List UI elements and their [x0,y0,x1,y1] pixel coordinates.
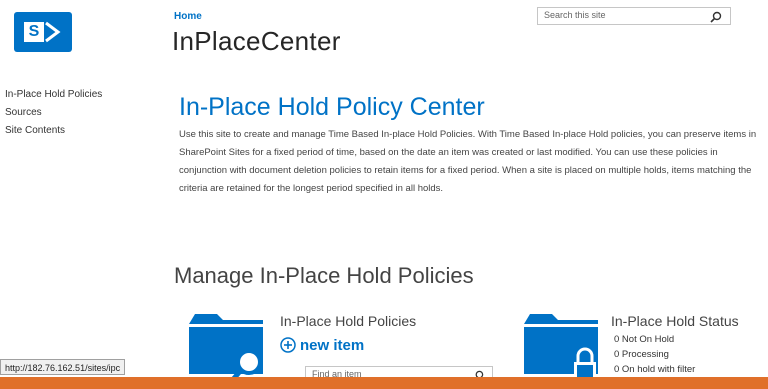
plus-circle-icon [280,337,296,353]
taskbar-strip [0,377,768,389]
site-title[interactable]: InPlaceCenter [172,26,341,57]
breadcrumb-home[interactable]: Home [174,11,202,22]
status-card-title: In-Place Hold Status [611,313,739,329]
sidebar-item-sources[interactable]: Sources [5,107,102,118]
page-heading: In-Place Hold Policy Center [179,93,485,121]
status-processing[interactable]: 0 Processing [614,349,695,360]
left-navigation: In-Place Hold Policies Sources Site Cont… [5,89,102,143]
browser-status-url: http://182.76.162.51/sites/ipc [0,359,126,375]
sharepoint-logo[interactable]: S [14,12,72,52]
logo-letter: S [24,22,44,42]
new-item-label: new item [300,337,365,354]
status-on-hold-with-filter[interactable]: 0 On hold with filter [614,364,695,375]
search-icon[interactable] [710,11,722,23]
new-item-button[interactable]: new item [280,337,364,354]
section-heading: Manage In-Place Hold Policies [174,263,474,288]
folder-search-icon [189,314,263,384]
page-description: Use this site to create and manage Time … [179,129,757,194]
folder-lock-icon [524,314,598,380]
policies-card-title: In-Place Hold Policies [280,313,417,329]
search-placeholder: Search this site [544,10,606,20]
status-not-on-hold[interactable]: 0 Not On Hold [614,334,695,345]
status-list: 0 Not On Hold 0 Processing 0 On hold wit… [614,334,695,379]
sidebar-item-site-contents[interactable]: Site Contents [5,125,102,136]
logo-arrow-icon [45,21,61,43]
search-input[interactable]: Search this site [537,7,731,25]
sidebar-item-in-place-hold-policies[interactable]: In-Place Hold Policies [5,89,102,100]
